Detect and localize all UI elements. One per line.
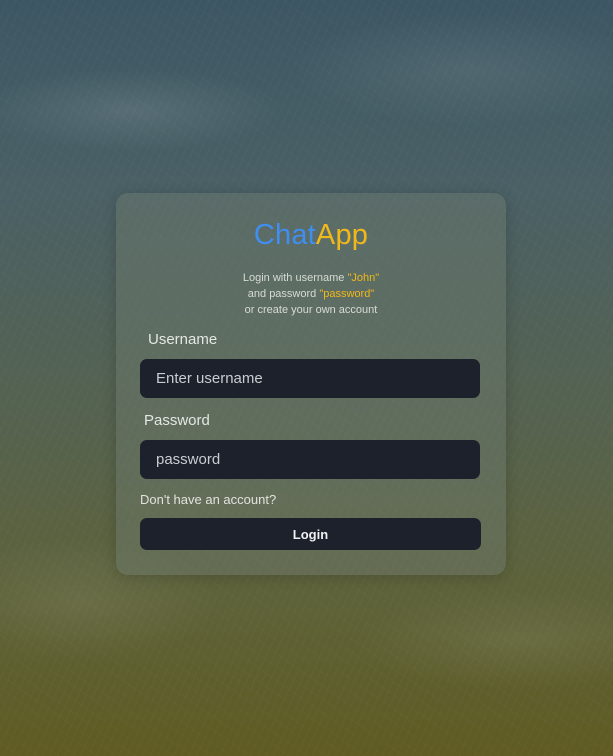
login-hint: Login with username "John" and password … [116,270,506,318]
hint-line-3: or create your own account [244,304,378,316]
hint-username-value: "John" [347,272,380,284]
app-title: ChatApp [116,219,506,252]
login-card: ChatApp Login with username "John" and p… [116,193,506,575]
username-input[interactable] [140,359,480,398]
hint-password-value: "password" [319,288,375,300]
hint-line-1: Login with username "John" [116,270,506,286]
password-input[interactable] [140,440,480,479]
hint-line-2: and password "password" [116,286,506,302]
app-title-part1: Chat [253,219,316,251]
username-label: Username [148,331,218,348]
hint-line-1-prefix: Login with username [242,272,348,284]
login-button[interactable]: Login [140,518,481,550]
signup-link[interactable]: Don't have an account? [140,492,276,507]
password-label: Password [144,412,210,429]
hint-line-2-prefix: and password [247,288,320,300]
app-title-part2: App [315,219,369,251]
